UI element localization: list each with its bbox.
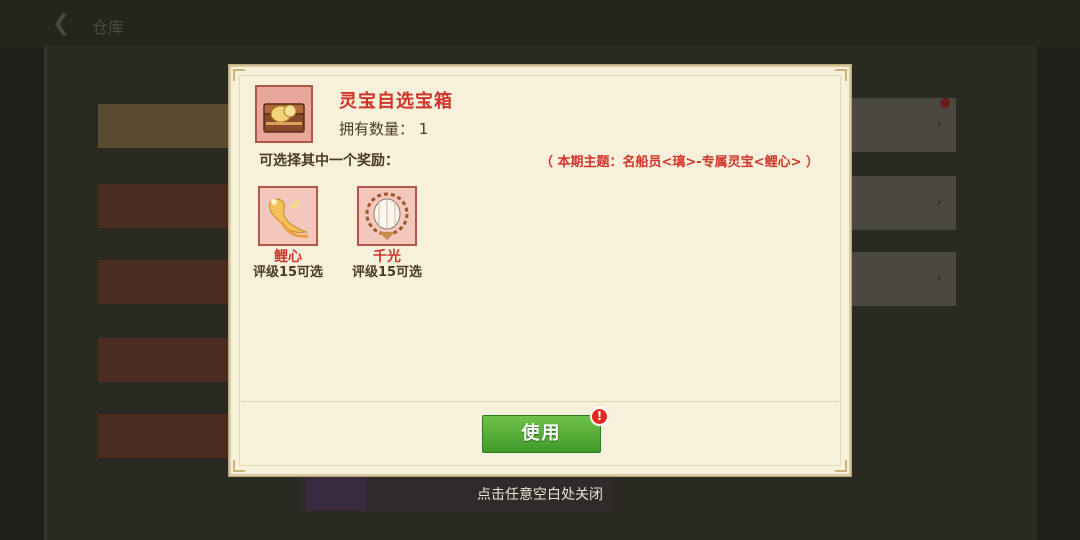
back-arrow-icon[interactable]: ❮ [52,12,80,36]
reward-option-qianguang[interactable]: 千光 评级15可选 [342,186,432,281]
dialog-corner-ornament [835,460,847,472]
background-tab [98,338,233,382]
owned-count: 1 [418,120,429,138]
koi-charm-icon [269,198,309,238]
background-list-row: › [852,176,956,230]
reward-name: 千光 [373,249,401,265]
choose-prompt: 可选择其中一个奖励： [259,153,399,169]
dialog-divider [241,401,839,402]
use-button[interactable]: 使用 [482,415,601,453]
item-name: 灵宝自选宝箱 [339,91,453,112]
background-list-row: › [852,252,956,306]
dialog-corner-ornament [233,69,245,81]
theme-note: （ 本期主题：名船员<璃>-专属灵宝<鲤心> ） [539,155,819,170]
owned-label: 拥有数量： [339,120,415,138]
owned-count-row: 拥有数量： 1 [339,118,428,139]
reward-icon-frame[interactable] [258,186,318,246]
background-tab [98,260,233,304]
alert-badge: ! [590,407,609,426]
reward-condition: 评级15可选 [252,265,324,280]
treasure-chest-icon [263,103,305,133]
background-top-bar [0,0,1080,48]
background-tab [98,104,233,148]
reward-option-lixin[interactable]: 鲤心 评级15可选 [243,186,333,281]
item-icon-frame [255,85,313,143]
reward-condition: 评级15可选 [351,265,423,280]
item-detail-dialog: 灵宝自选宝箱 拥有数量： 1 可选择其中一个奖励： （ 本期主题：名船员<璃>-… [229,65,851,476]
background-red-dot [940,98,950,108]
background-tab [98,184,233,228]
close-hint: 点击任意空白处关闭 [477,487,603,503]
background-title: 仓库 [92,18,125,37]
background-tab [98,414,233,458]
lantern-icon [365,192,409,240]
reward-name: 鲤心 [274,249,302,265]
dialog-corner-ornament [233,460,245,472]
reward-icon-frame[interactable] [357,186,417,246]
dialog-corner-ornament [835,69,847,81]
